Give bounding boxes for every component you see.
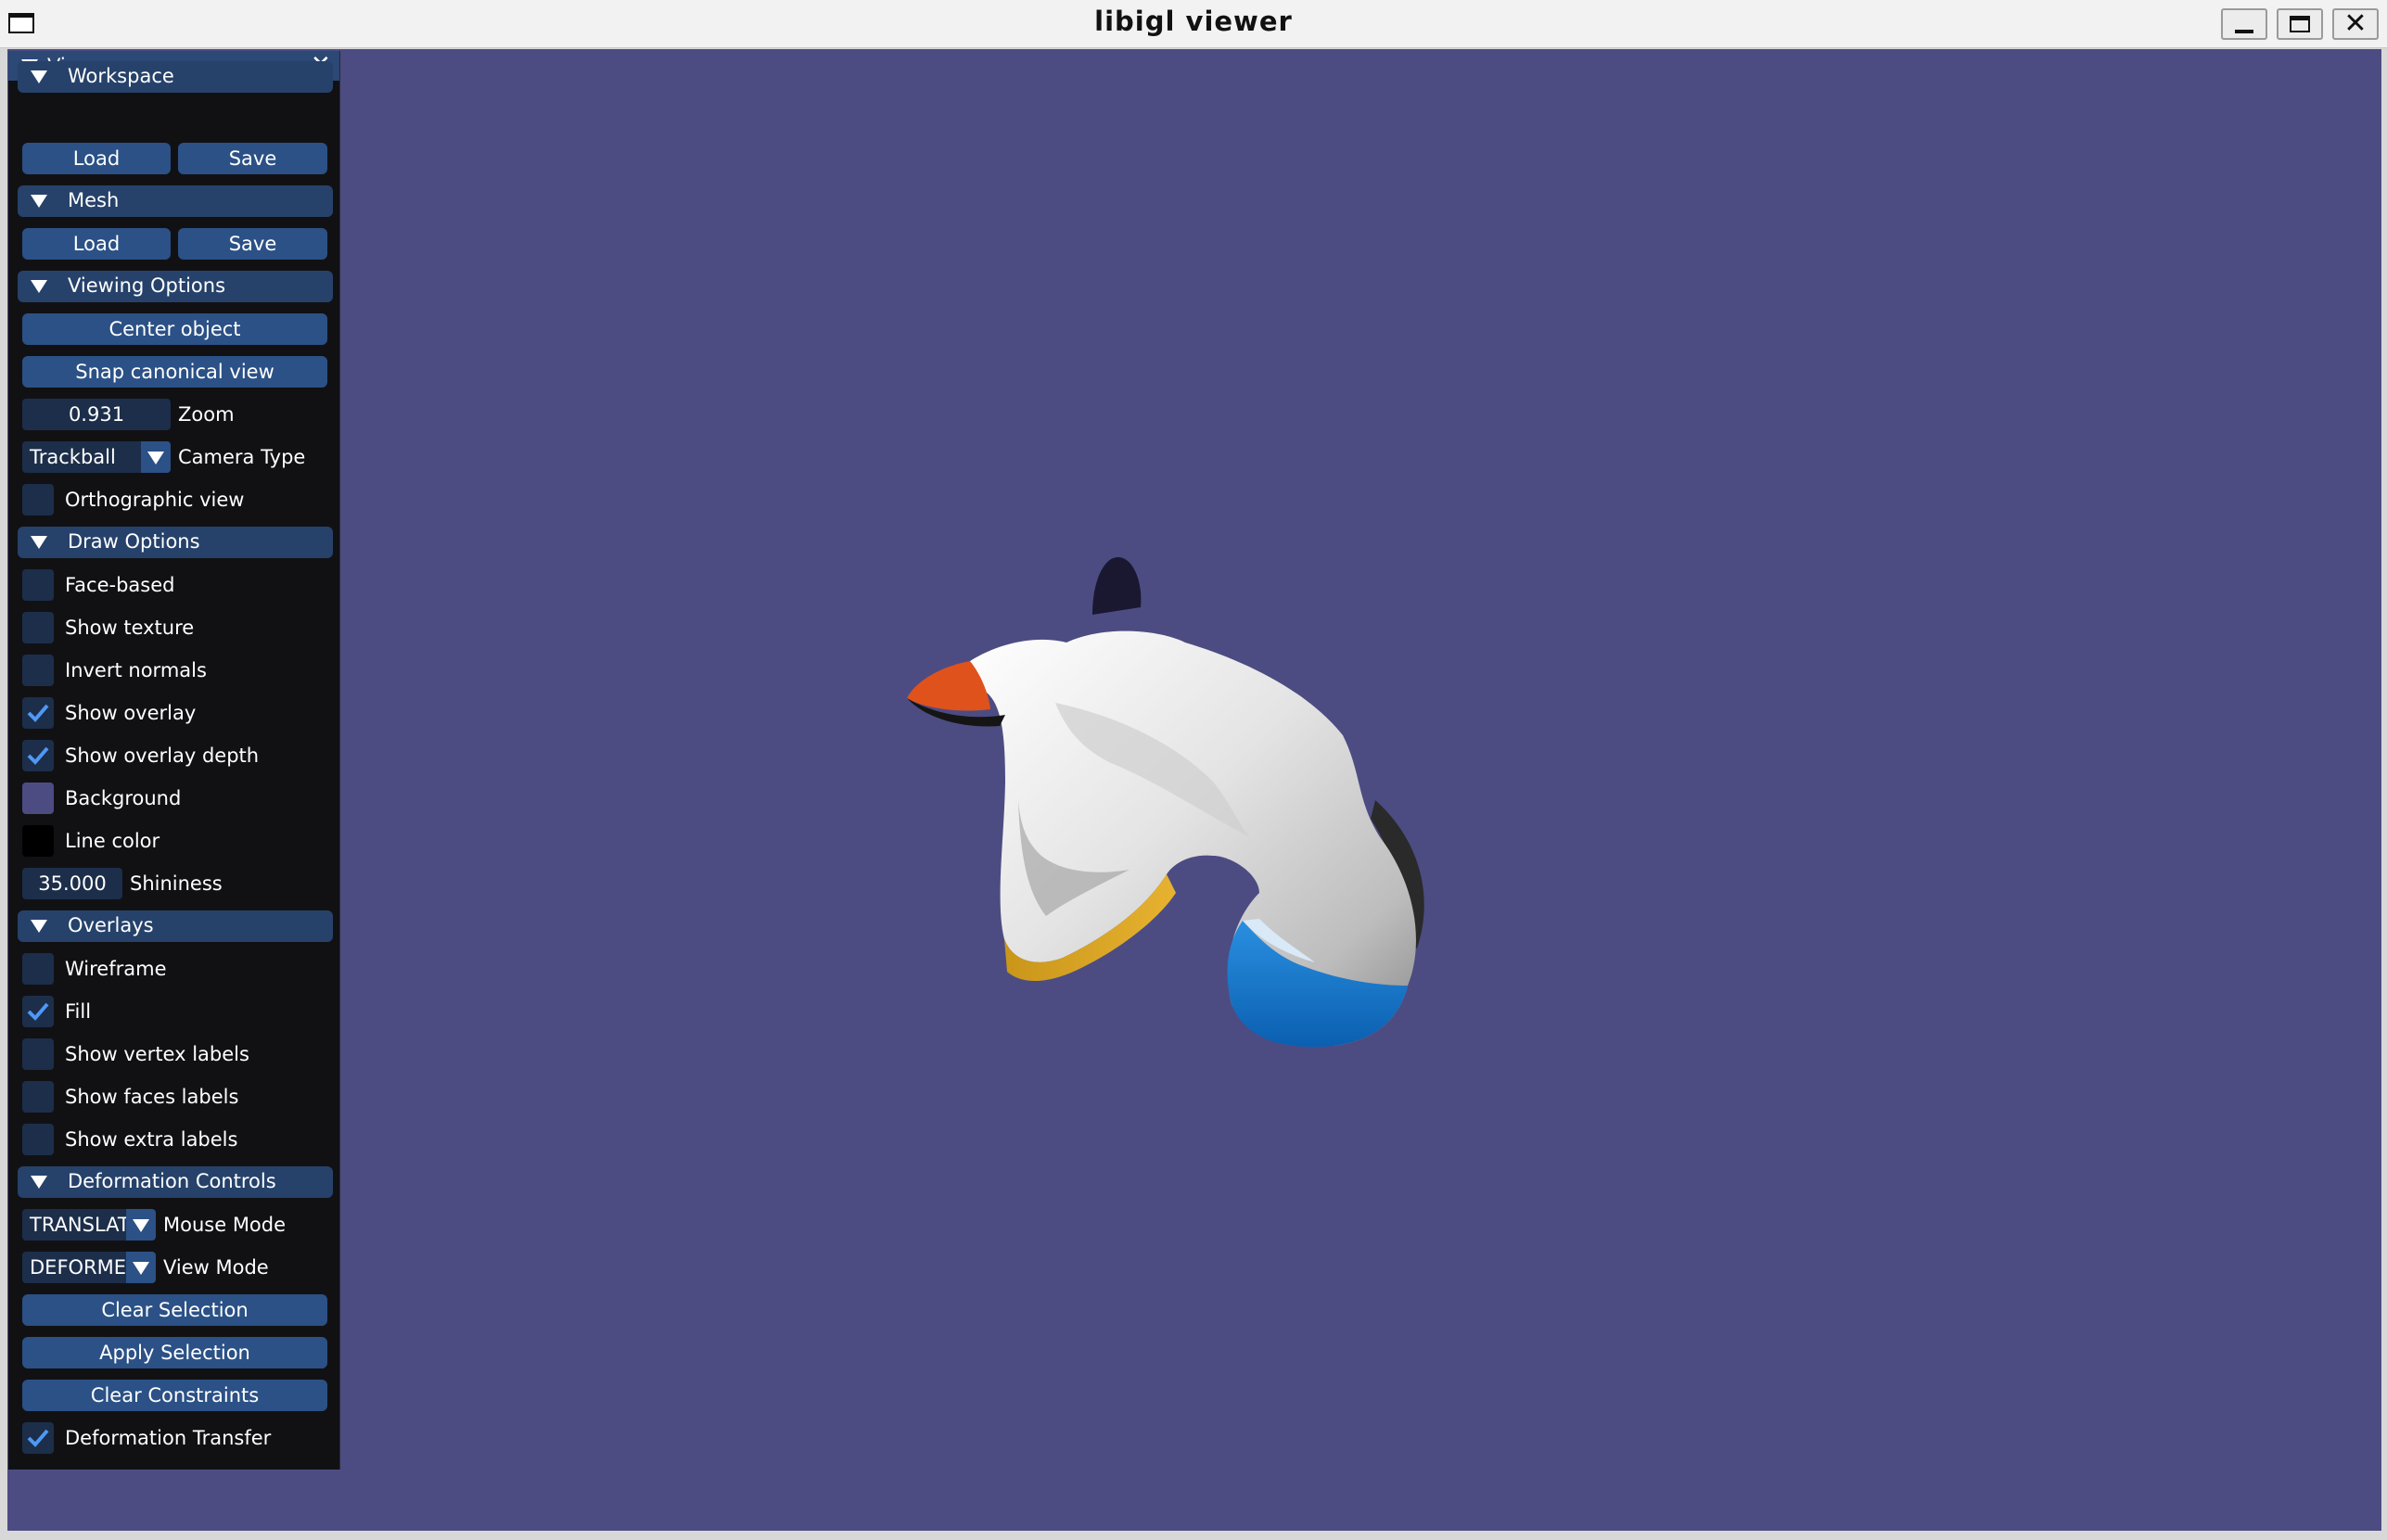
deformation-transfer-checkbox[interactable] <box>22 1422 54 1454</box>
section-label: Mesh <box>68 189 120 211</box>
show-faces-labels-label: Show faces labels <box>65 1086 239 1108</box>
section-header-workspace[interactable]: Workspace <box>18 61 333 93</box>
minimize-icon <box>2235 30 2253 33</box>
wireframe-label: Wireframe <box>65 958 167 980</box>
show-vertex-labels-checkbox[interactable] <box>22 1038 54 1070</box>
workspace-load-button[interactable]: Load <box>22 143 171 174</box>
show-extra-labels-checkbox[interactable] <box>22 1124 54 1155</box>
show-texture-checkbox[interactable] <box>22 612 54 643</box>
expand-arrow-icon <box>31 280 47 293</box>
3d-viewport[interactable] <box>7 49 2381 1531</box>
mesh-dark-tip <box>1092 557 1142 615</box>
mouse-mode-select[interactable]: TRANSLAT <box>22 1209 156 1241</box>
workspace-save-button[interactable]: Save <box>178 143 327 174</box>
mouse-mode-value: TRANSLAT <box>30 1214 130 1236</box>
window-title: libigl viewer <box>1094 6 1293 37</box>
background-color-label: Background <box>65 787 182 809</box>
viewer-panel: Viewer ✕ Workspace Load Save Mesh Load S… <box>8 51 340 1470</box>
snap-canonical-view-button[interactable]: Snap canonical view <box>22 356 327 388</box>
show-extra-labels-label: Show extra labels <box>65 1128 238 1151</box>
mesh-model[interactable] <box>823 503 1491 1106</box>
wireframe-checkbox[interactable] <box>22 953 54 985</box>
expand-arrow-icon <box>31 70 47 83</box>
section-label: Draw Options <box>68 530 200 553</box>
section-label: Viewing Options <box>68 274 226 297</box>
shininess-label: Shininess <box>130 872 223 895</box>
view-mode-value: DEFORME <box>30 1256 127 1279</box>
face-based-checkbox[interactable] <box>22 569 54 601</box>
section-header-draw-options[interactable]: Draw Options <box>18 527 333 558</box>
invert-normals-checkbox[interactable] <box>22 655 54 686</box>
camera-type-label: Camera Type <box>178 446 306 468</box>
show-overlay-depth-checkbox[interactable] <box>22 740 54 771</box>
mesh-load-button[interactable]: Load <box>22 228 171 260</box>
close-icon: ✕ <box>2343 7 2368 40</box>
minimize-button[interactable] <box>2221 8 2267 40</box>
show-overlay-checkbox[interactable] <box>22 697 54 729</box>
line-color-swatch[interactable] <box>22 825 54 857</box>
close-window-button[interactable]: ✕ <box>2332 8 2379 40</box>
orthographic-view-checkbox[interactable] <box>22 484 54 515</box>
expand-arrow-icon <box>31 536 47 549</box>
zoom-label: Zoom <box>178 403 235 426</box>
expand-arrow-icon <box>31 1176 47 1189</box>
show-texture-label: Show texture <box>65 617 195 639</box>
checkmark-icon <box>27 1429 49 1447</box>
checkmark-icon <box>27 1002 49 1021</box>
section-header-viewing-options[interactable]: Viewing Options <box>18 271 333 302</box>
checkmark-icon <box>27 704 49 722</box>
invert-normals-label: Invert normals <box>65 659 207 681</box>
show-overlay-depth-label: Show overlay depth <box>65 745 260 767</box>
clear-constraints-button[interactable]: Clear Constraints <box>22 1380 327 1411</box>
expand-arrow-icon <box>31 195 47 208</box>
face-based-label: Face-based <box>65 574 175 596</box>
section-label: Overlays <box>68 914 154 936</box>
fill-checkbox[interactable] <box>22 996 54 1027</box>
apply-selection-button[interactable]: Apply Selection <box>22 1337 327 1368</box>
window-title-bar: libigl viewer ✕ <box>0 0 2387 48</box>
background-color-swatch[interactable] <box>22 783 54 814</box>
dropdown-arrow-icon[interactable] <box>141 441 171 473</box>
expand-arrow-icon <box>31 920 47 933</box>
center-object-button[interactable]: Center object <box>22 313 327 345</box>
view-mode-select[interactable]: DEFORME <box>22 1252 156 1283</box>
clear-selection-button[interactable]: Clear Selection <box>22 1294 327 1326</box>
section-label: Deformation Controls <box>68 1170 276 1192</box>
show-faces-labels-checkbox[interactable] <box>22 1081 54 1113</box>
shininess-input[interactable]: 35.000 <box>22 868 122 899</box>
deformation-transfer-label: Deformation Transfer <box>65 1427 272 1449</box>
show-vertex-labels-label: Show vertex labels <box>65 1043 249 1065</box>
section-header-overlays[interactable]: Overlays <box>18 910 333 942</box>
mouse-mode-label: Mouse Mode <box>163 1214 287 1236</box>
camera-type-value: Trackball <box>30 446 116 468</box>
maximize-icon <box>2290 16 2310 32</box>
orthographic-view-label: Orthographic view <box>65 489 245 511</box>
dropdown-arrow-icon[interactable] <box>126 1252 156 1283</box>
section-header-deformation-controls[interactable]: Deformation Controls <box>18 1166 333 1198</box>
dropdown-arrow-icon[interactable] <box>126 1209 156 1241</box>
checkmark-icon <box>27 746 49 765</box>
fill-label: Fill <box>65 1000 92 1023</box>
mesh-save-button[interactable]: Save <box>178 228 327 260</box>
maximize-button[interactable] <box>2277 8 2323 40</box>
show-overlay-label: Show overlay <box>65 702 197 724</box>
line-color-label: Line color <box>65 830 160 852</box>
zoom-input[interactable]: 0.931 <box>22 399 171 430</box>
section-label: Workspace <box>68 65 174 87</box>
view-mode-label: View Mode <box>163 1256 269 1279</box>
camera-type-select[interactable]: Trackball <box>22 441 171 473</box>
section-header-mesh[interactable]: Mesh <box>18 185 333 217</box>
